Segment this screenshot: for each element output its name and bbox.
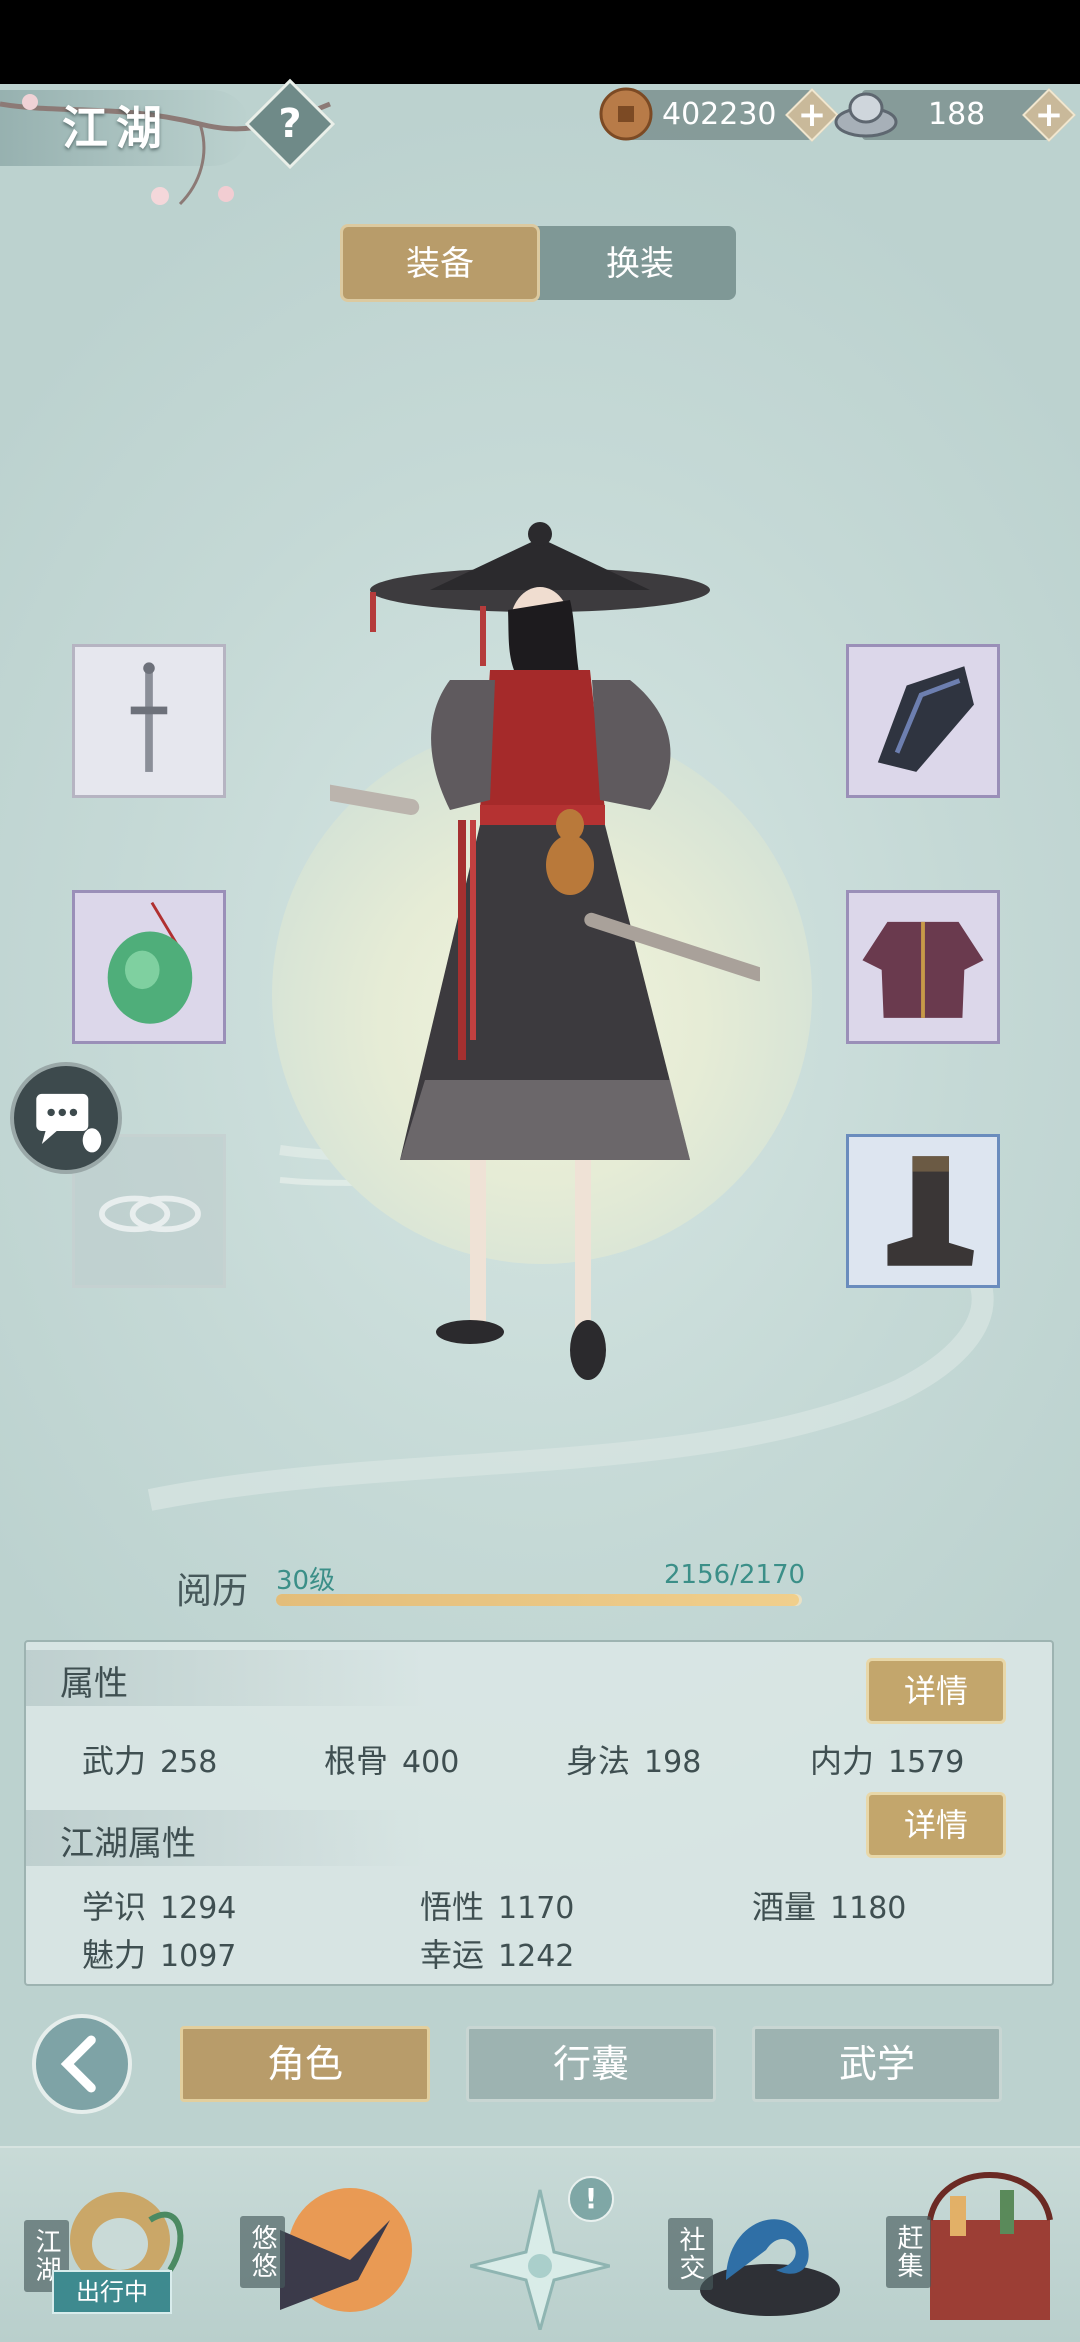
jianghu-attributes-title: 江湖属性 [60,1824,196,1864]
alert-icon: ! [568,2176,614,2222]
sword-icon [130,662,168,772]
nav-market-label[interactable]: 赶集 [886,2216,931,2288]
nav-youyou-label[interactable]: 悠悠 [240,2216,285,2288]
tab-outfit[interactable]: 换装 [540,226,740,302]
stat-drinking: 酒量 1180 [752,1882,906,1928]
stat-value: 1242 [498,1939,575,1974]
bracer-icon [877,666,974,772]
status-bar [0,0,1080,84]
jianghu-detail-button[interactable]: 详情 [866,1792,1006,1858]
plus-icon[interactable]: + [793,90,831,140]
tab-bag[interactable]: 行囊 [466,2026,716,2102]
stat-label: 酒量 [752,1888,817,1926]
character-figure [330,522,760,1380]
copper-amount: 402230 [662,97,777,132]
equip-slot-boots[interactable] [846,1134,1000,1288]
stat-value: 1170 [498,1891,575,1926]
stat-value: 1180 [830,1891,907,1926]
stat-value: 1097 [160,1939,237,1974]
stat-comprehension: 悟性 1170 [420,1882,574,1928]
page-title: 江湖 [62,101,170,155]
stat-value: 400 [402,1745,460,1780]
boots-icon [887,1156,974,1266]
stat-label: 幸运 [420,1936,485,1974]
nav-social-label[interactable]: 社交 [668,2218,713,2290]
back-button[interactable] [32,2014,132,2114]
equip-slot-bracer[interactable] [846,644,1000,798]
stat-label: 武力 [82,1742,147,1780]
stat-agility: 身法 198 [566,1736,701,1782]
copper-coin-icon [599,87,653,141]
stat-label: 悟性 [420,1888,485,1926]
chat-button[interactable] [10,1062,122,1174]
stat-label: 魅力 [82,1936,147,1974]
exp-level: 30级 [276,1566,336,1596]
exp-count: 2156/2170 [664,1560,806,1590]
stat-knowledge: 学识 1294 [82,1882,236,1928]
traveling-badge: 出行中 [52,2270,172,2314]
stat-label: 根骨 [324,1742,389,1780]
stat-value: 258 [160,1745,218,1780]
stat-label: 身法 [566,1742,631,1780]
jade-pendant-icon [107,901,193,1024]
stat-label: 内力 [810,1742,875,1780]
exp-label: 阅历 [176,1571,249,1612]
stat-constitution: 根骨 400 [324,1736,459,1782]
back-arrow-icon [60,2035,96,2093]
stat-force: 武力 258 [82,1736,217,1782]
stat-inner-power: 内力 1579 [810,1736,964,1782]
exp-bar-fill [276,1594,799,1606]
equip-slot-pendant[interactable] [72,890,226,1044]
help-icon[interactable]: ? [258,92,322,156]
tab-equip[interactable]: 装备 [340,226,540,302]
robe-icon [862,921,984,1018]
stat-luck: 幸运 1242 [420,1930,574,1976]
silver-amount: 188 [928,97,986,132]
equip-slot-weapon[interactable] [72,644,226,798]
silver-ingot-icon [834,92,898,138]
stat-label: 学识 [82,1888,147,1926]
stat-value: 1579 [888,1745,965,1780]
plus-icon[interactable]: + [1030,90,1068,140]
stat-value: 1294 [160,1891,237,1926]
attributes-title: 属性 [60,1664,128,1704]
tab-role[interactable]: 角色 [180,2026,430,2102]
stat-charm: 魅力 1097 [82,1930,236,1976]
chat-icon [36,1093,102,1153]
stat-value: 198 [644,1745,702,1780]
equip-slot-robe[interactable] [846,890,1000,1044]
attributes-detail-button[interactable]: 详情 [866,1658,1006,1724]
tab-martial-arts[interactable]: 武学 [752,2026,1002,2102]
